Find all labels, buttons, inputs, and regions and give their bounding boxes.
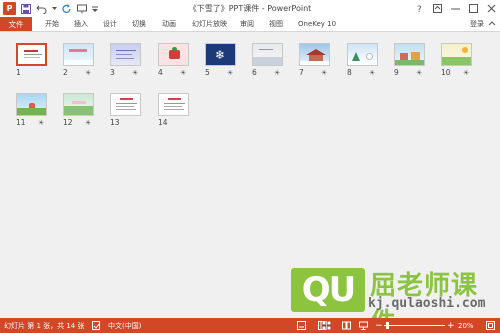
watermark-url: kj.qulaoshi.com	[368, 296, 486, 311]
slide-number: 6	[252, 68, 257, 77]
slide-thumbnail-13[interactable]: 13	[110, 93, 150, 127]
tab-review[interactable]: 审阅	[240, 17, 254, 31]
minimize-icon[interactable]	[446, 0, 464, 17]
slide-thumbnail-4[interactable]: 4 ☀	[158, 43, 198, 77]
close-icon[interactable]	[482, 0, 500, 17]
slide-thumbnail-2[interactable]: 2 ☀	[63, 43, 103, 77]
slide-thumbnail-5[interactable]: ❄ 5 ☀	[205, 43, 245, 77]
transition-star-icon[interactable]: ☀	[463, 69, 469, 77]
slide-number: 9	[394, 68, 399, 77]
transition-star-icon[interactable]: ☀	[369, 69, 375, 77]
slide-number: 2	[63, 68, 68, 77]
slide-count-status: 幻灯片 第 1 张，共 14 张	[4, 321, 85, 330]
notes-icon[interactable]	[297, 321, 306, 330]
slide-thumbnail-12[interactable]: 12 ☀	[63, 93, 103, 127]
tab-insert[interactable]: 插入	[74, 17, 88, 31]
tab-home[interactable]: 开始	[45, 17, 59, 31]
slide-preview	[158, 93, 189, 116]
slide-preview	[252, 43, 283, 66]
slide-preview	[347, 43, 378, 66]
transition-star-icon[interactable]: ☀	[274, 69, 280, 77]
transition-star-icon[interactable]: ☀	[227, 69, 233, 77]
help-icon[interactable]: ?	[410, 0, 428, 17]
language-status[interactable]: 中文(中国)	[108, 318, 141, 333]
slide-preview	[63, 93, 94, 116]
svg-text:?: ?	[417, 5, 422, 13]
tab-transitions[interactable]: 切换	[132, 17, 146, 31]
tab-file[interactable]: 文件	[0, 17, 32, 31]
slideshow-view-icon[interactable]	[359, 321, 368, 330]
slide-preview	[63, 43, 94, 66]
slide-number: 12	[63, 118, 73, 127]
slide-thumbnail-7[interactable]: 7 ☀	[299, 43, 339, 77]
transition-star-icon[interactable]: ☀	[180, 69, 186, 77]
tab-design[interactable]: 设计	[103, 17, 117, 31]
zoom-out-button[interactable]: −	[375, 318, 383, 333]
transition-star-icon[interactable]: ☀	[321, 69, 327, 77]
slide-thumbnail-11[interactable]: 11 ☀	[16, 93, 56, 127]
slide-number: 3	[110, 68, 115, 77]
slide-number: 7	[299, 68, 304, 77]
slide-number: 1	[16, 68, 21, 77]
zoom-in-button[interactable]: +	[447, 318, 455, 333]
slide-preview	[299, 43, 330, 66]
reading-view-icon[interactable]	[342, 321, 351, 330]
zoom-percent[interactable]: 20%	[458, 318, 474, 333]
transition-star-icon[interactable]: ☀	[132, 69, 138, 77]
slide-number: 11	[16, 118, 26, 127]
sign-in-link[interactable]: 登录	[470, 17, 484, 31]
slide-preview	[394, 43, 425, 66]
tab-onekey[interactable]: OneKey 10	[298, 17, 336, 31]
tab-view[interactable]: 视图	[269, 17, 283, 31]
zoom-slider-track[interactable]	[384, 325, 445, 326]
slide-preview	[110, 93, 141, 116]
slide-thumbnail-6[interactable]: 6 ☀	[252, 43, 292, 77]
snowflake-icon: ❄	[215, 48, 226, 62]
slide-thumbnail-8[interactable]: 8 ☀	[347, 43, 387, 77]
status-bar: 幻灯片 第 1 张，共 14 张 中文(中国) − + 20%	[0, 318, 500, 333]
zoom-slider-thumb[interactable]	[385, 322, 389, 329]
slide-thumbnail-10[interactable]: 10 ☀	[441, 43, 481, 77]
ribbon-tab-bar: 文件 开始 插入 设计 切换 动画 幻灯片放映 审阅 视图 OneKey 10 …	[0, 17, 500, 31]
ribbon-display-options-icon[interactable]	[428, 0, 446, 17]
slide-preview	[110, 43, 141, 66]
transition-star-icon[interactable]: ☀	[85, 119, 91, 127]
slide-number: 10	[441, 68, 451, 77]
slide-preview	[158, 43, 189, 66]
collapse-ribbon-icon[interactable]	[488, 20, 496, 30]
tab-animations[interactable]: 动画	[162, 17, 176, 31]
watermark-logo-text: QU	[301, 270, 356, 310]
slide-thumbnail-3[interactable]: 3 ☀	[110, 43, 150, 77]
slide-number: 4	[158, 68, 163, 77]
spelling-check-icon[interactable]	[92, 321, 101, 330]
slide-number: 8	[347, 68, 352, 77]
slide-preview	[16, 93, 47, 116]
slide-preview	[441, 43, 472, 66]
transition-star-icon[interactable]: ☀	[38, 119, 44, 127]
slide-thumbnail-9[interactable]: 9 ☀	[394, 43, 434, 77]
transition-star-icon[interactable]: ☀	[85, 69, 91, 77]
slide-number: 5	[205, 68, 210, 77]
fit-to-window-icon[interactable]	[486, 321, 495, 330]
tab-slideshow[interactable]: 幻灯片放映	[192, 17, 227, 31]
watermark-logo: QU	[291, 268, 365, 312]
title-bar: P 《下雪了》PPT课件 - PowerPoint ?	[0, 0, 500, 17]
window-controls: ?	[410, 0, 500, 17]
slide-thumbnail-14[interactable]: 14	[158, 93, 198, 127]
maximize-icon[interactable]	[464, 0, 482, 17]
slide-thumbnail-1[interactable]: 1	[16, 43, 56, 77]
transition-star-icon[interactable]: ☀	[416, 69, 422, 77]
slide-preview: ❄	[205, 43, 236, 66]
slide-sorter-view-icon[interactable]	[322, 321, 331, 330]
slide-number: 14	[158, 118, 168, 127]
slide-number: 13	[110, 118, 120, 127]
slide-preview	[16, 43, 47, 66]
